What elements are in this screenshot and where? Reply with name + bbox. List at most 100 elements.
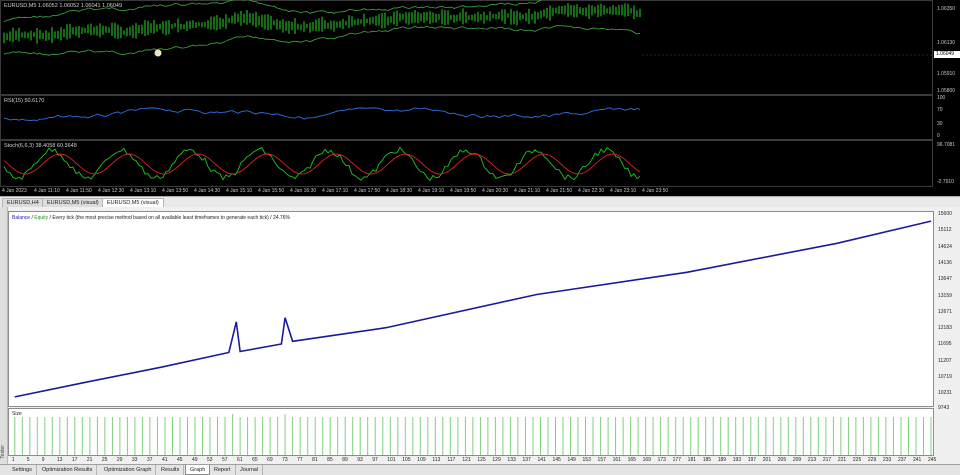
chart-tab-eurusd-m5-visual[interactable]: EURUSD,M5 (visual) — [42, 198, 104, 207]
tab-optimization-graph[interactable]: Optimization Graph — [100, 465, 157, 475]
size-graph[interactable]: Size — [8, 408, 934, 456]
trade-number-tick: 209 — [792, 457, 802, 463]
trade-number-tick: 169 — [642, 457, 651, 463]
trade-number-tick: 93 — [357, 457, 363, 463]
time-axis-tick: 4 Jan 18:30 — [386, 188, 413, 194]
trade-number-tick: 137 — [522, 457, 531, 463]
price-axis-tick: 1.06130 — [937, 40, 956, 46]
trade-number-tick: 33 — [131, 457, 138, 463]
tab-report[interactable]: Report — [210, 465, 236, 475]
tab-settings[interactable]: Settings — [8, 465, 37, 475]
price-axis-tick: 1.06350 — [937, 6, 956, 12]
trade-number-tick: 73 — [282, 457, 288, 463]
trade-number-tick: 153 — [582, 457, 591, 463]
balance-axis-tick: 14624 — [938, 243, 952, 250]
trade-number-tick: 85 — [327, 457, 333, 463]
trade-number-tick: 25 — [101, 457, 108, 463]
trade-number-tick: 197 — [747, 457, 757, 463]
time-axis-tick: 4 Jan 14:30 — [194, 188, 221, 194]
trade-number-tick: 241 — [912, 457, 922, 463]
trade-number-tick: 77 — [297, 457, 303, 463]
time-axis-tick: 4 Jan 12:30 — [98, 188, 125, 194]
tab-journal[interactable]: Journal — [236, 465, 264, 475]
mt4-terminal: EURUSD,M5 1.06052 1.06052 1.06041 1.0604… — [0, 0, 960, 475]
trade-number-tick: 141 — [537, 457, 546, 463]
rsi-axis-tick: 0 — [937, 133, 940, 139]
trade-number-tick: 81 — [312, 457, 318, 463]
time-axis-tick: 4 Jan 19:50 — [450, 188, 477, 194]
current-price-tag: 1.06049 — [934, 51, 960, 58]
time-axis-tick: 4 Jan 16:30 — [290, 188, 317, 194]
trade-number-tick: 65 — [252, 457, 258, 463]
trade-number-tick: 29 — [116, 457, 123, 463]
tester-tab-bar: Settings Optimization Results Optimizati… — [0, 464, 960, 475]
trade-number-tick: 37 — [146, 457, 153, 463]
trade-number-tick: 213 — [807, 457, 817, 463]
trade-number-tick: 49 — [192, 457, 198, 463]
time-axis-tick: 4 Jan 11:50 — [66, 188, 92, 194]
marker-dot — [154, 49, 162, 57]
price-axis-tick: 1.05800 — [937, 88, 956, 94]
trade-number-tick: 117 — [447, 457, 456, 463]
trade-number-tick: 205 — [777, 457, 787, 463]
tester-side-strip[interactable]: Tester — [0, 207, 8, 475]
trade-number-tick: 69 — [267, 457, 273, 463]
balance-axis-tick: 12671 — [938, 308, 952, 315]
tab-results[interactable]: Results — [157, 465, 185, 475]
tab-graph[interactable]: Graph — [185, 465, 211, 475]
rsi-line — [3, 107, 641, 121]
balance-axis-tick: 13159 — [938, 292, 952, 299]
tab-optimization-results[interactable]: Optimization Results — [38, 465, 98, 475]
chart-tab-eurusd-m5-visual-active[interactable]: EURUSD,M5 (visual) — [102, 198, 164, 207]
trade-number-tick: 121 — [462, 457, 471, 463]
chart-tab-eurusd-h4[interactable]: EURUSD,H4 — [2, 198, 44, 207]
trade-number-tick: 21 — [86, 457, 93, 463]
trade-number-tick: 45 — [176, 457, 183, 463]
price-chart-svg — [3, 0, 933, 182]
trade-number-tick: 61 — [237, 457, 243, 463]
time-axis-tick: 4 Jan 13:50 — [162, 188, 189, 194]
size-bars-svg — [14, 414, 932, 455]
trade-number-tick: 233 — [882, 457, 892, 463]
time-axis-tick: 4 Jan 21:50 — [546, 188, 573, 194]
chart-window: EURUSD,M5 1.06052 1.06052 1.06041 1.0604… — [0, 0, 960, 196]
time-axis-tick: 4 Jan 20:30 — [482, 188, 509, 194]
trade-number-tick: 5 — [26, 457, 30, 463]
trade-number-tick: 173 — [657, 457, 666, 463]
trade-number-tick: 165 — [627, 457, 636, 463]
trade-number-tick: 89 — [342, 457, 348, 463]
time-axis-tick: 4 Jan 15:10 — [226, 188, 253, 194]
chart-tab-bar: EURUSD,H4 EURUSD,M5 (visual) EURUSD,M5 (… — [0, 196, 960, 207]
rsi-axis-tick: 70 — [937, 107, 943, 113]
balance-axis-tick: 15600 — [938, 211, 952, 217]
balance-axis-tick: 10719 — [938, 374, 952, 380]
balance-graph[interactable]: Balance / Equity / Every tick (the most … — [8, 211, 934, 407]
time-axis-tick: 4 Jan 19:10 — [418, 188, 445, 194]
size-axis-tick: 9743 — [938, 405, 950, 411]
trade-number-tick: 181 — [687, 457, 697, 463]
trade-number-tick: 221 — [837, 457, 847, 463]
trade-number-tick: 229 — [867, 457, 877, 463]
trade-number-tick: 225 — [852, 457, 862, 463]
trade-number-tick: 217 — [822, 457, 832, 463]
time-axis-tick: 4 Jan 17:50 — [354, 188, 381, 194]
trade-number-tick: 185 — [702, 457, 712, 463]
price-axis-tick: 1.05910 — [937, 71, 956, 77]
time-axis-tick: 4 Jan 22:30 — [578, 188, 605, 194]
balance-axis-tick: 11207 — [938, 357, 952, 364]
trade-number-tick: 145 — [552, 457, 561, 463]
trade-number-tick: 133 — [507, 457, 516, 463]
balance-axis-tick: 14136 — [938, 259, 952, 266]
trade-number-tick: 17 — [71, 457, 78, 463]
trade-number-tick: 129 — [492, 457, 501, 463]
trade-number-tick: 1 — [11, 457, 15, 463]
balance-axis-tick: 10231 — [938, 390, 952, 397]
trade-number-tick: 57 — [222, 457, 228, 463]
time-axis-tick: 4 Jan 15:50 — [258, 188, 285, 194]
time-axis-tick: 4 Jan 13:10 — [130, 188, 157, 194]
trade-number-tick: 177 — [672, 457, 681, 463]
trade-number-tick: 161 — [612, 457, 621, 463]
strategy-tester-panel: Tester Balance / Equity / Every tick (th… — [0, 207, 960, 475]
time-axis-tick: 4 Jan 2023 — [2, 188, 27, 194]
trade-number-tick: 9 — [41, 457, 45, 463]
